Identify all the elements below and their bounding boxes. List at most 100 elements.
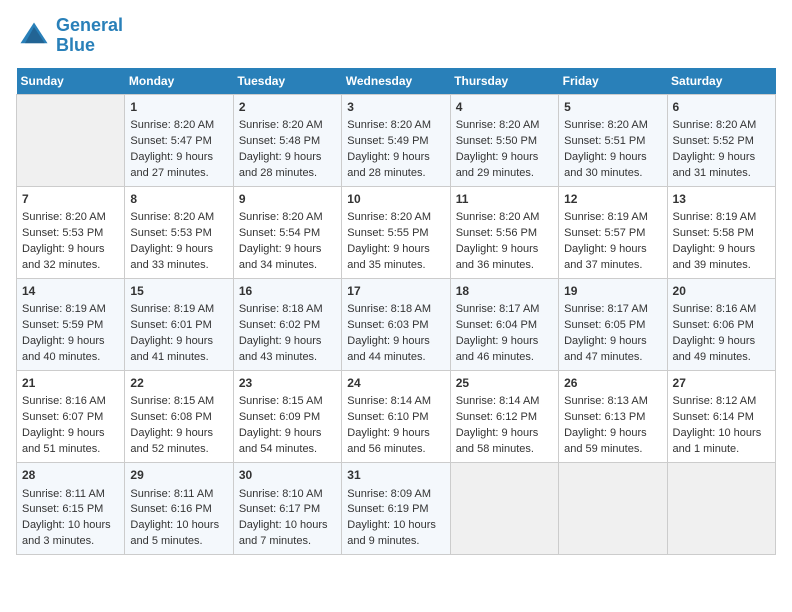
calendar-cell	[450, 463, 558, 555]
calendar-cell: 20 Sunrise: 8:16 AM Sunset: 6:06 PM Dayl…	[667, 278, 775, 370]
daylight-text: Daylight: 9 hours and 52 minutes.	[130, 427, 213, 455]
calendar-cell: 4 Sunrise: 8:20 AM Sunset: 5:50 PM Dayli…	[450, 94, 558, 186]
sunset-text: Sunset: 5:48 PM	[239, 135, 320, 147]
day-number: 14	[22, 283, 119, 300]
weekday-header: Friday	[559, 68, 667, 95]
calendar-cell: 30 Sunrise: 8:10 AM Sunset: 6:17 PM Dayl…	[233, 463, 341, 555]
logo-name: General	[56, 16, 123, 36]
sunset-text: Sunset: 5:54 PM	[239, 227, 320, 239]
daylight-text: Daylight: 9 hours and 27 minutes.	[130, 151, 213, 179]
day-number: 12	[564, 191, 661, 208]
calendar-cell: 10 Sunrise: 8:20 AM Sunset: 5:55 PM Dayl…	[342, 186, 450, 278]
sunset-text: Sunset: 6:03 PM	[347, 319, 428, 331]
sunrise-text: Sunrise: 8:12 AM	[673, 395, 757, 407]
sunrise-text: Sunrise: 8:14 AM	[456, 395, 540, 407]
sunrise-text: Sunrise: 8:20 AM	[456, 211, 540, 223]
daylight-text: Daylight: 10 hours and 5 minutes.	[130, 519, 219, 547]
day-number: 15	[130, 283, 227, 300]
calendar-cell: 18 Sunrise: 8:17 AM Sunset: 6:04 PM Dayl…	[450, 278, 558, 370]
calendar-cell: 26 Sunrise: 8:13 AM Sunset: 6:13 PM Dayl…	[559, 371, 667, 463]
sunset-text: Sunset: 5:58 PM	[673, 227, 754, 239]
weekday-header: Sunday	[17, 68, 125, 95]
calendar-cell	[559, 463, 667, 555]
daylight-text: Daylight: 9 hours and 47 minutes.	[564, 335, 647, 363]
daylight-text: Daylight: 9 hours and 28 minutes.	[239, 151, 322, 179]
sunset-text: Sunset: 5:52 PM	[673, 135, 754, 147]
calendar-cell: 12 Sunrise: 8:19 AM Sunset: 5:57 PM Dayl…	[559, 186, 667, 278]
calendar-cell: 21 Sunrise: 8:16 AM Sunset: 6:07 PM Dayl…	[17, 371, 125, 463]
day-number: 3	[347, 99, 444, 116]
day-number: 22	[130, 375, 227, 392]
day-number: 19	[564, 283, 661, 300]
logo-sub: Blue	[56, 36, 123, 56]
day-number: 24	[347, 375, 444, 392]
calendar-cell: 15 Sunrise: 8:19 AM Sunset: 6:01 PM Dayl…	[125, 278, 233, 370]
calendar-cell: 3 Sunrise: 8:20 AM Sunset: 5:49 PM Dayli…	[342, 94, 450, 186]
daylight-text: Daylight: 9 hours and 44 minutes.	[347, 335, 430, 363]
day-number: 31	[347, 467, 444, 484]
daylight-text: Daylight: 9 hours and 40 minutes.	[22, 335, 105, 363]
sunrise-text: Sunrise: 8:19 AM	[130, 303, 214, 315]
daylight-text: Daylight: 9 hours and 41 minutes.	[130, 335, 213, 363]
day-number: 16	[239, 283, 336, 300]
sunrise-text: Sunrise: 8:20 AM	[239, 119, 323, 131]
calendar-cell: 25 Sunrise: 8:14 AM Sunset: 6:12 PM Dayl…	[450, 371, 558, 463]
sunrise-text: Sunrise: 8:20 AM	[456, 119, 540, 131]
sunrise-text: Sunrise: 8:20 AM	[347, 211, 431, 223]
calendar-cell: 7 Sunrise: 8:20 AM Sunset: 5:53 PM Dayli…	[17, 186, 125, 278]
daylight-text: Daylight: 9 hours and 59 minutes.	[564, 427, 647, 455]
daylight-text: Daylight: 9 hours and 36 minutes.	[456, 243, 539, 271]
logo: General Blue	[16, 16, 123, 56]
sunrise-text: Sunrise: 8:13 AM	[564, 395, 648, 407]
sunset-text: Sunset: 6:06 PM	[673, 319, 754, 331]
calendar-cell: 9 Sunrise: 8:20 AM Sunset: 5:54 PM Dayli…	[233, 186, 341, 278]
daylight-text: Daylight: 10 hours and 1 minute.	[673, 427, 762, 455]
daylight-text: Daylight: 9 hours and 30 minutes.	[564, 151, 647, 179]
day-number: 25	[456, 375, 553, 392]
sunrise-text: Sunrise: 8:18 AM	[347, 303, 431, 315]
calendar-cell: 6 Sunrise: 8:20 AM Sunset: 5:52 PM Dayli…	[667, 94, 775, 186]
sunrise-text: Sunrise: 8:11 AM	[22, 488, 105, 500]
daylight-text: Daylight: 9 hours and 54 minutes.	[239, 427, 322, 455]
weekday-header: Saturday	[667, 68, 775, 95]
calendar-cell: 8 Sunrise: 8:20 AM Sunset: 5:53 PM Dayli…	[125, 186, 233, 278]
sunset-text: Sunset: 6:05 PM	[564, 319, 645, 331]
calendar-week-row: 28 Sunrise: 8:11 AM Sunset: 6:15 PM Dayl…	[17, 463, 776, 555]
daylight-text: Daylight: 9 hours and 29 minutes.	[456, 151, 539, 179]
day-number: 2	[239, 99, 336, 116]
daylight-text: Daylight: 9 hours and 58 minutes.	[456, 427, 539, 455]
day-number: 13	[673, 191, 770, 208]
sunset-text: Sunset: 6:07 PM	[22, 411, 103, 423]
weekday-header: Tuesday	[233, 68, 341, 95]
day-number: 6	[673, 99, 770, 116]
daylight-text: Daylight: 9 hours and 28 minutes.	[347, 151, 430, 179]
calendar-cell: 31 Sunrise: 8:09 AM Sunset: 6:19 PM Dayl…	[342, 463, 450, 555]
calendar-table: SundayMondayTuesdayWednesdayThursdayFrid…	[16, 68, 776, 556]
calendar-cell: 19 Sunrise: 8:17 AM Sunset: 6:05 PM Dayl…	[559, 278, 667, 370]
sunrise-text: Sunrise: 8:19 AM	[564, 211, 648, 223]
day-number: 1	[130, 99, 227, 116]
sunset-text: Sunset: 5:57 PM	[564, 227, 645, 239]
sunset-text: Sunset: 5:56 PM	[456, 227, 537, 239]
sunset-text: Sunset: 5:50 PM	[456, 135, 537, 147]
day-number: 8	[130, 191, 227, 208]
day-number: 5	[564, 99, 661, 116]
sunrise-text: Sunrise: 8:11 AM	[130, 488, 213, 500]
calendar-header-row: SundayMondayTuesdayWednesdayThursdayFrid…	[17, 68, 776, 95]
daylight-text: Daylight: 9 hours and 37 minutes.	[564, 243, 647, 271]
daylight-text: Daylight: 9 hours and 39 minutes.	[673, 243, 756, 271]
daylight-text: Daylight: 9 hours and 46 minutes.	[456, 335, 539, 363]
sunrise-text: Sunrise: 8:16 AM	[22, 395, 106, 407]
day-number: 28	[22, 467, 119, 484]
calendar-cell: 22 Sunrise: 8:15 AM Sunset: 6:08 PM Dayl…	[125, 371, 233, 463]
day-number: 17	[347, 283, 444, 300]
logo-icon	[16, 18, 52, 54]
calendar-cell: 27 Sunrise: 8:12 AM Sunset: 6:14 PM Dayl…	[667, 371, 775, 463]
sunset-text: Sunset: 6:12 PM	[456, 411, 537, 423]
sunset-text: Sunset: 6:09 PM	[239, 411, 320, 423]
calendar-cell: 2 Sunrise: 8:20 AM Sunset: 5:48 PM Dayli…	[233, 94, 341, 186]
daylight-text: Daylight: 10 hours and 7 minutes.	[239, 519, 328, 547]
calendar-cell: 24 Sunrise: 8:14 AM Sunset: 6:10 PM Dayl…	[342, 371, 450, 463]
daylight-text: Daylight: 9 hours and 35 minutes.	[347, 243, 430, 271]
page-header: General Blue	[16, 16, 776, 56]
